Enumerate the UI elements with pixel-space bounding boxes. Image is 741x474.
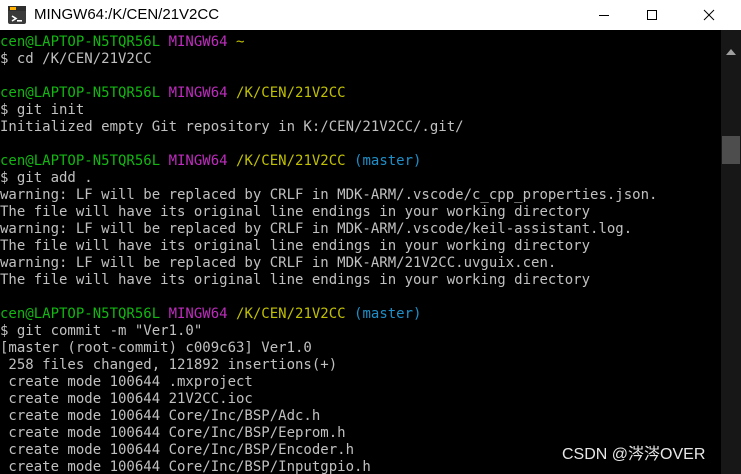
terminal-text-segment: /K/CEN/21V2CC xyxy=(236,85,346,101)
terminal-text-segment: create mode 100644 Core/Inc/BSP/Eeprom.h xyxy=(0,425,346,441)
vertical-scrollbar[interactable] xyxy=(721,30,741,474)
minimize-button[interactable] xyxy=(581,0,627,30)
terminal-line: cen@LAPTOP-N5TQR56L MINGW64 /K/CEN/21V2C… xyxy=(0,306,421,323)
watermark: CSDN @涔涔OVER xyxy=(562,446,706,463)
minimize-icon xyxy=(598,6,610,25)
terminal-text-segment: cen@LAPTOP-N5TQR56L xyxy=(0,34,169,50)
terminal-text-segment: create mode 100644 Core/Inc/BSP/Adc.h xyxy=(0,408,321,424)
terminal-text-segment: $ git add . xyxy=(0,170,93,186)
terminal-text-segment: $ cd /K/CEN/21V2CC xyxy=(0,51,152,67)
terminal-text-segment: MINGW64 xyxy=(168,34,237,50)
terminal-text-segment: /K/CEN/21V2CC xyxy=(236,306,355,322)
terminal-text-segment: warning: LF will be replaced by CRLF in … xyxy=(0,221,633,237)
terminal-line: warning: LF will be replaced by CRLF in … xyxy=(0,187,657,204)
terminal-line: The file will have its original line end… xyxy=(0,238,590,255)
terminal-text-segment: 258 files changed, 121892 insertions(+) xyxy=(0,357,338,373)
terminal-text-segment: $ git commit -m "Ver1.0" xyxy=(0,323,203,339)
terminal-text-segment: The file will have its original line end… xyxy=(0,272,591,288)
terminal-line: $ git init xyxy=(0,102,84,119)
terminal-line: create mode 100644 21V2CC.ioc xyxy=(0,391,253,408)
terminal-line: $ git commit -m "Ver1.0" xyxy=(0,323,202,340)
terminal-line: $ git add . xyxy=(0,170,93,187)
terminal-text-segment: ~ xyxy=(236,34,245,50)
close-icon xyxy=(703,6,715,25)
terminal-text-segment: MINGW64 xyxy=(168,153,237,169)
terminal-line: warning: LF will be replaced by CRLF in … xyxy=(0,255,556,272)
terminal-line: create mode 100644 Core/Inc/BSP/Inputgpi… xyxy=(0,459,371,474)
terminal-text-segment: [master (root-commit) c009c63] Ver1.0 xyxy=(0,340,312,356)
scroll-up-arrow-icon[interactable] xyxy=(726,40,736,59)
title-bar[interactable]: MINGW64:/K/CEN/21V2CC xyxy=(0,0,741,30)
terminal-line: [master (root-commit) c009c63] Ver1.0 xyxy=(0,340,312,357)
terminal-line: The file will have its original line end… xyxy=(0,204,590,221)
close-button[interactable] xyxy=(686,0,732,30)
terminal-text-segment: create mode 100644 .mxproject xyxy=(0,374,253,390)
terminal-line: create mode 100644 .mxproject xyxy=(0,374,253,391)
terminal-text-segment: /K/CEN/21V2CC xyxy=(236,153,355,169)
terminal-text-segment: create mode 100644 Core/Inc/BSP/Inputgpi… xyxy=(0,459,371,474)
terminal-text-segment: MINGW64 xyxy=(168,85,237,101)
terminal-line: The file will have its original line end… xyxy=(0,272,590,289)
terminal-line: create mode 100644 Core/Inc/BSP/Encoder.… xyxy=(0,442,354,459)
terminal-text-segment: create mode 100644 21V2CC.ioc xyxy=(0,391,253,407)
maximize-icon xyxy=(646,6,658,25)
terminal-text-segment: (master) xyxy=(354,306,422,322)
maximize-button[interactable] xyxy=(629,0,675,30)
terminal-text-segment: cen@LAPTOP-N5TQR56L xyxy=(0,85,169,101)
window-title: MINGW64:/K/CEN/21V2CC xyxy=(34,6,220,23)
scrollbar-thumb[interactable] xyxy=(722,136,740,164)
terminal-line: warning: LF will be replaced by CRLF in … xyxy=(0,221,632,238)
terminal-text-segment: $ git init xyxy=(0,102,85,118)
terminal-line: create mode 100644 Core/Inc/BSP/Adc.h xyxy=(0,408,320,425)
terminal-line: cen@LAPTOP-N5TQR56L MINGW64 /K/CEN/21V2C… xyxy=(0,153,421,170)
terminal-text-segment: cen@LAPTOP-N5TQR56L xyxy=(0,153,169,169)
terminal-line: cen@LAPTOP-N5TQR56L MINGW64 /K/CEN/21V2C… xyxy=(0,85,346,102)
terminal-output[interactable]: cen@LAPTOP-N5TQR56L MINGW64 ~ $ cd /K/CEN… xyxy=(0,30,721,474)
terminal-line: cen@LAPTOP-N5TQR56L MINGW64 ~ xyxy=(0,34,244,51)
terminal-text-segment: cen@LAPTOP-N5TQR56L xyxy=(0,306,169,322)
terminal-text-segment: (master) xyxy=(354,153,422,169)
terminal-text-segment: Initialized empty Git repository in K:/C… xyxy=(0,119,464,135)
terminal-line: $ cd /K/CEN/21V2CC xyxy=(0,51,152,68)
terminal-text-segment: The file will have its original line end… xyxy=(0,204,591,220)
terminal-text-segment: warning: LF will be replaced by CRLF in … xyxy=(0,255,557,271)
git-bash-icon xyxy=(7,4,27,26)
terminal-text-segment: The file will have its original line end… xyxy=(0,238,591,254)
terminal-line: 258 files changed, 121892 insertions(+) xyxy=(0,357,337,374)
terminal-text-segment: warning: LF will be replaced by CRLF in … xyxy=(0,187,658,203)
terminal-line: create mode 100644 Core/Inc/BSP/Eeprom.h xyxy=(0,425,346,442)
terminal-line: Initialized empty Git repository in K:/C… xyxy=(0,119,464,136)
terminal-text-segment: MINGW64 xyxy=(168,306,237,322)
terminal-text-segment: create mode 100644 Core/Inc/BSP/Encoder.… xyxy=(0,442,355,458)
